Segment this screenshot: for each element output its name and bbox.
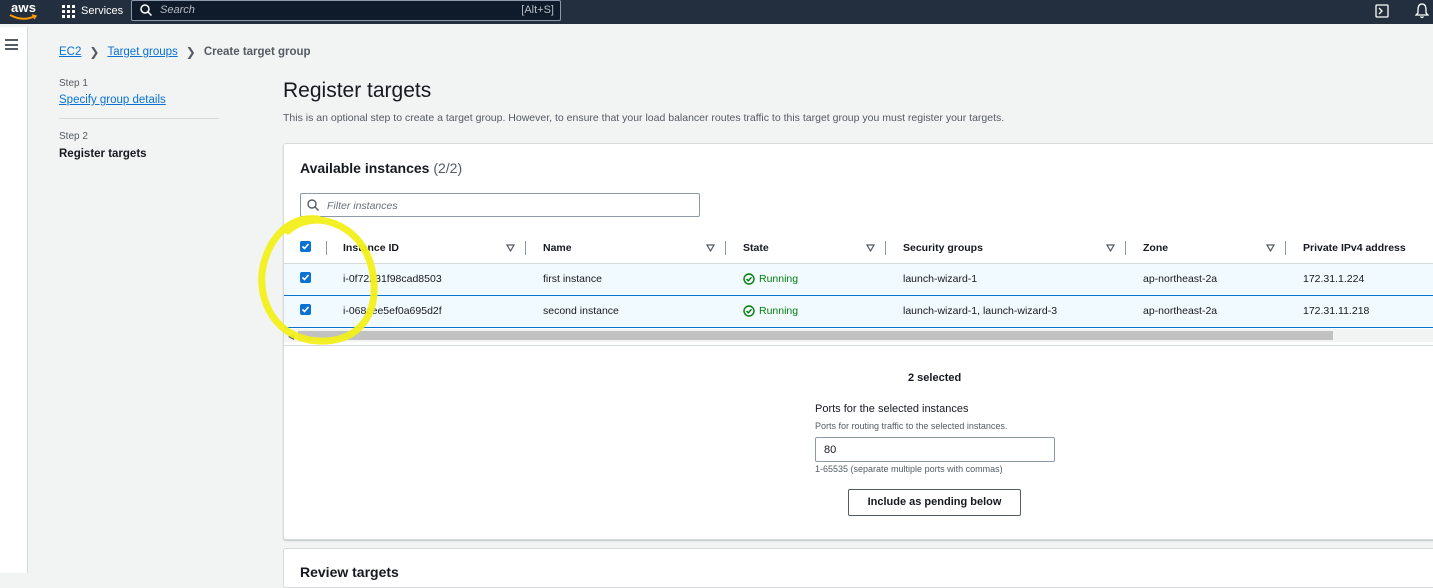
step-1-number: Step 1: [59, 78, 88, 89]
page-title: Register targets: [283, 79, 432, 102]
scrollbar-thumb[interactable]: [298, 331, 1333, 340]
state-label: Running: [759, 273, 799, 285]
cell-state: Running: [726, 262, 886, 296]
cell-security-groups: launch-wizard-1, launch-wizard-3: [886, 294, 1126, 328]
ports-description: Ports for routing traffic to the selecte…: [815, 421, 1008, 431]
selected-count: 2 selected: [908, 372, 962, 384]
step-divider: [59, 118, 219, 119]
row-checkbox-cell: [284, 262, 326, 296]
breadcrumb-ec2[interactable]: EC2: [59, 46, 81, 58]
col-security-groups[interactable]: Security groups: [886, 233, 1126, 264]
global-search-input[interactable]: Search [Alt+S]: [131, 0, 561, 21]
checkmark-icon: [301, 243, 310, 250]
filter-placeholder: Filter instances: [327, 200, 398, 212]
available-instances-count: (2/2): [433, 160, 463, 176]
menu-hamburger-icon[interactable]: [5, 39, 18, 53]
col-zone[interactable]: Zone: [1126, 233, 1286, 264]
col-state[interactable]: State: [726, 233, 886, 264]
check-circle-icon: [743, 305, 755, 317]
cell-security-groups: launch-wizard-1: [886, 262, 1126, 296]
check-circle-icon: [743, 273, 755, 285]
status-badge: Running: [743, 305, 886, 317]
breadcrumb: EC2 ❯ Target groups ❯ Create target grou…: [59, 45, 311, 59]
chevron-right-icon: ❯: [185, 45, 196, 59]
scroll-left-icon[interactable]: ◀: [288, 332, 294, 341]
aws-smile-icon: [9, 14, 37, 20]
checkmark-icon: [301, 274, 310, 281]
cell-zone: ap-northeast-2a: [1126, 262, 1286, 296]
col-security-groups-label: Security groups: [903, 241, 983, 254]
sort-caret-icon[interactable]: [1106, 244, 1115, 252]
row-checkbox[interactable]: [300, 304, 311, 315]
cell-instance-id: i-0f72231f98cad8503: [326, 262, 526, 296]
chevron-right-icon: ❯: [89, 45, 100, 59]
search-icon: [140, 4, 152, 16]
review-targets-panel: Review targets: [283, 548, 1433, 588]
wizard-steps: Step 1 Specify group details Step 2 Regi…: [59, 78, 219, 160]
col-private-ipv4[interactable]: Private IPv4 address: [1286, 233, 1433, 264]
review-targets-title: Review targets: [300, 564, 399, 580]
services-label: Services: [81, 5, 124, 17]
ports-input[interactable]: 80: [815, 437, 1055, 462]
cell-state: Running: [726, 294, 886, 328]
status-badge: Running: [743, 273, 886, 285]
include-as-pending-button[interactable]: Include as pending below: [848, 489, 1021, 516]
row-checkbox[interactable]: [300, 272, 311, 283]
sort-caret-icon[interactable]: [866, 244, 875, 252]
section-divider: [284, 345, 1433, 346]
step-1-link[interactable]: Specify group details: [59, 94, 219, 106]
instances-table: Instance ID Name State Security groups Z…: [284, 233, 1433, 328]
cell-private-ip: 172.31.1.224: [1286, 262, 1433, 296]
step-2-number: Step 2: [59, 131, 88, 142]
cell-zone: ap-northeast-2a: [1126, 294, 1286, 328]
aws-logo[interactable]: aws: [9, 0, 41, 22]
ports-label: Ports for the selected instances: [815, 403, 969, 415]
checkmark-icon: [301, 306, 310, 313]
col-private-ipv4-label: Private IPv4 address: [1303, 241, 1406, 254]
top-navigation-bar: aws Services Search [Alt+S]: [0, 0, 1433, 24]
col-zone-label: Zone: [1143, 241, 1169, 254]
step-2-current: Register targets: [59, 148, 147, 160]
state-label: Running: [759, 305, 799, 317]
grid-icon: [62, 4, 75, 18]
select-all-checkbox[interactable]: [300, 240, 311, 252]
search-shortcut: [Alt+S]: [521, 4, 554, 16]
sort-caret-icon[interactable]: [1266, 244, 1275, 252]
available-instances-label: Available instances: [300, 160, 430, 176]
ports-hint: 1-65535 (separate multiple ports with co…: [815, 464, 1003, 474]
side-navigation-rail: [0, 27, 28, 573]
col-instance-id-label: Instance ID: [343, 241, 400, 254]
col-state-label: State: [743, 241, 769, 254]
aws-logo-text: aws: [11, 0, 37, 15]
horizontal-scrollbar[interactable]: ◀: [284, 329, 1433, 342]
table-row[interactable]: i-068cee5ef0a695d2f second instance Runn…: [284, 294, 1433, 328]
available-instances-panel: Available instances (2/2) Filter instanc…: [283, 143, 1433, 540]
table-row[interactable]: i-0f72231f98cad8503 first instance Runni…: [284, 262, 1433, 296]
ports-value: 80: [824, 444, 837, 456]
notifications-bell-icon[interactable]: [1415, 3, 1429, 19]
search-icon: [307, 199, 319, 211]
filter-instances-input[interactable]: Filter instances: [300, 193, 700, 217]
sort-caret-icon[interactable]: [706, 244, 715, 252]
cell-name: second instance: [526, 294, 726, 328]
breadcrumb-current: Create target group: [203, 46, 311, 58]
cell-instance-id: i-068cee5ef0a695d2f: [326, 294, 526, 328]
breadcrumb-target-groups[interactable]: Target groups: [107, 46, 177, 58]
col-name[interactable]: Name: [526, 233, 726, 264]
sort-caret-icon[interactable]: [506, 244, 515, 252]
select-all-cell: [284, 233, 327, 264]
cell-private-ip: 172.31.11.218: [1286, 294, 1433, 328]
page-description: This is an optional step to create a tar…: [283, 112, 1005, 124]
search-placeholder: Search: [160, 4, 195, 16]
col-name-label: Name: [543, 241, 572, 254]
services-menu-button[interactable]: Services: [56, 0, 123, 22]
row-checkbox-cell: [284, 294, 326, 328]
table-header-row: Instance ID Name State Security groups Z…: [284, 233, 1433, 264]
col-instance-id[interactable]: Instance ID: [326, 233, 526, 264]
cloudshell-icon[interactable]: [1375, 4, 1389, 18]
available-instances-title: Available instances (2/2): [300, 160, 462, 176]
cell-name: first instance: [526, 262, 726, 296]
